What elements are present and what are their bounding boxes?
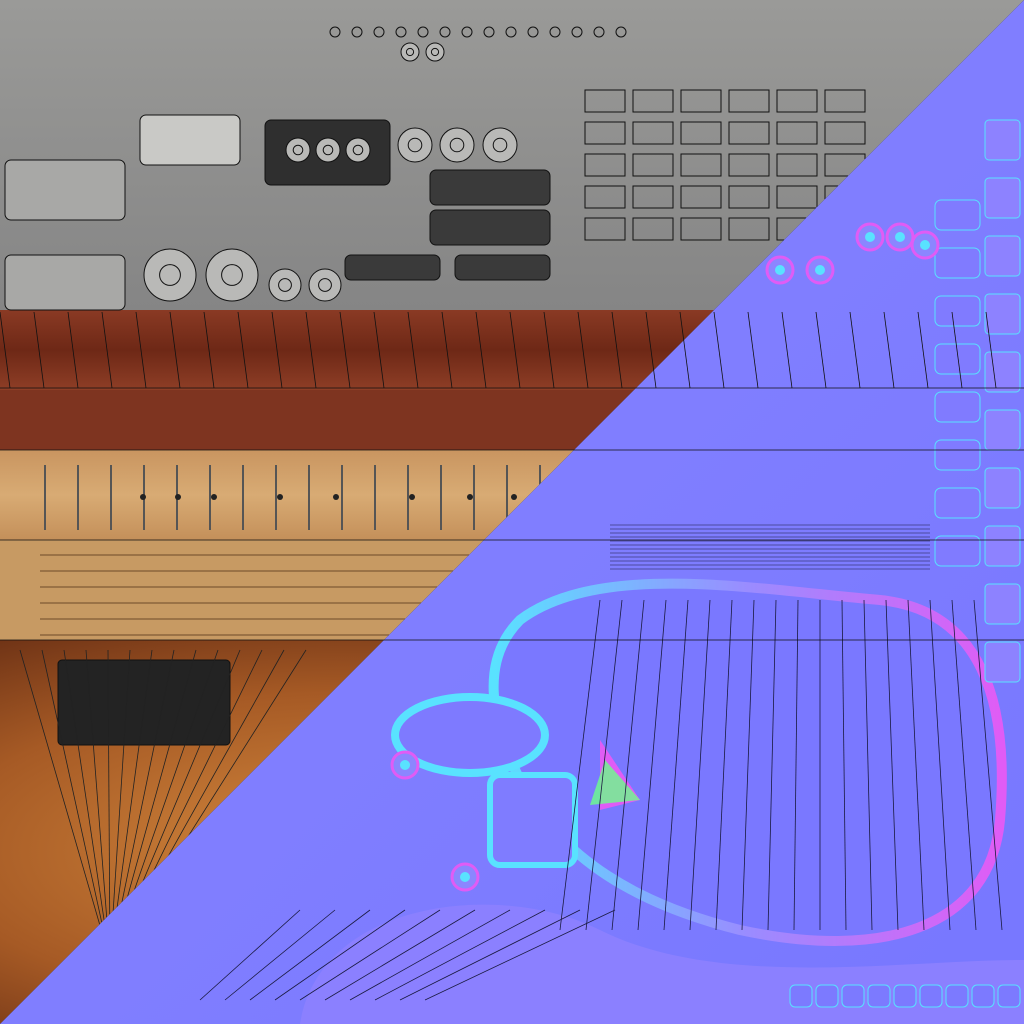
normal-side-tile (984, 351, 1021, 393)
knob-circle (425, 42, 445, 62)
knob-circle (268, 268, 302, 302)
normal-side-tile (984, 641, 1021, 683)
normal-neck-plate (487, 772, 578, 868)
normal-slot-tile (934, 247, 981, 279)
pickguard (57, 659, 231, 746)
knob-circle (482, 127, 518, 163)
normal-slot-tile (934, 199, 981, 231)
normal-slot-tile (934, 439, 981, 471)
hardware-block (429, 209, 551, 246)
normal-bottom-tile (789, 984, 813, 1008)
normal-side-tile (984, 235, 1021, 277)
normal-knob-center (815, 265, 825, 275)
normal-side-tile (984, 583, 1021, 625)
knob-circle (143, 248, 197, 302)
normal-side-tile (984, 119, 1021, 161)
normal-slot-tile (934, 487, 981, 519)
normal-slot-tile (934, 295, 981, 327)
fret-dot (467, 494, 473, 500)
hardware-block (429, 169, 551, 206)
hardware-block (454, 254, 551, 281)
normal-side-tile (984, 177, 1021, 219)
knob-circle (439, 127, 475, 163)
normal-knob-center (895, 232, 905, 242)
normal-slot-tile (934, 343, 981, 375)
normal-slot-tile (934, 535, 981, 567)
normal-side-tile (984, 525, 1021, 567)
normal-bottom-tile (893, 984, 917, 1008)
normal-knob-center (400, 760, 410, 770)
hardware-block (4, 159, 126, 221)
normal-bottom-tile (919, 984, 943, 1008)
normal-bottom-tile (997, 984, 1021, 1008)
normal-knob-center (460, 872, 470, 882)
normal-knob-center (775, 265, 785, 275)
fret-dot (277, 494, 283, 500)
fret-dot (140, 494, 146, 500)
normal-bottom-tile (815, 984, 839, 1008)
knob-circle (315, 137, 341, 163)
fret-dot (409, 494, 415, 500)
normal-bottom-tile (945, 984, 969, 1008)
normal-knob-center (920, 240, 930, 250)
normal-slot-tile (934, 391, 981, 423)
normal-bottom-tile (867, 984, 891, 1008)
normal-side-tile (984, 293, 1021, 335)
fret-dot (511, 494, 517, 500)
knob-circle (397, 127, 433, 163)
knob-circle (308, 268, 342, 302)
knob-circle (205, 248, 259, 302)
fret-dot (175, 494, 181, 500)
hardware-block (4, 254, 126, 311)
fret-dot (333, 494, 339, 500)
normal-knob-center (865, 232, 875, 242)
fret-dot (211, 494, 217, 500)
normal-side-tile (984, 467, 1021, 509)
knob-circle (400, 42, 420, 62)
normal-side-tile (984, 409, 1021, 451)
texture-atlas-svg (0, 0, 1024, 1024)
normal-bottom-tile (841, 984, 865, 1008)
hardware-block (344, 254, 441, 281)
normal-bottom-tile (971, 984, 995, 1008)
knob-circle (345, 137, 371, 163)
knob-circle (285, 137, 311, 163)
hardware-block (139, 114, 241, 166)
texture-atlas (0, 0, 1024, 1024)
